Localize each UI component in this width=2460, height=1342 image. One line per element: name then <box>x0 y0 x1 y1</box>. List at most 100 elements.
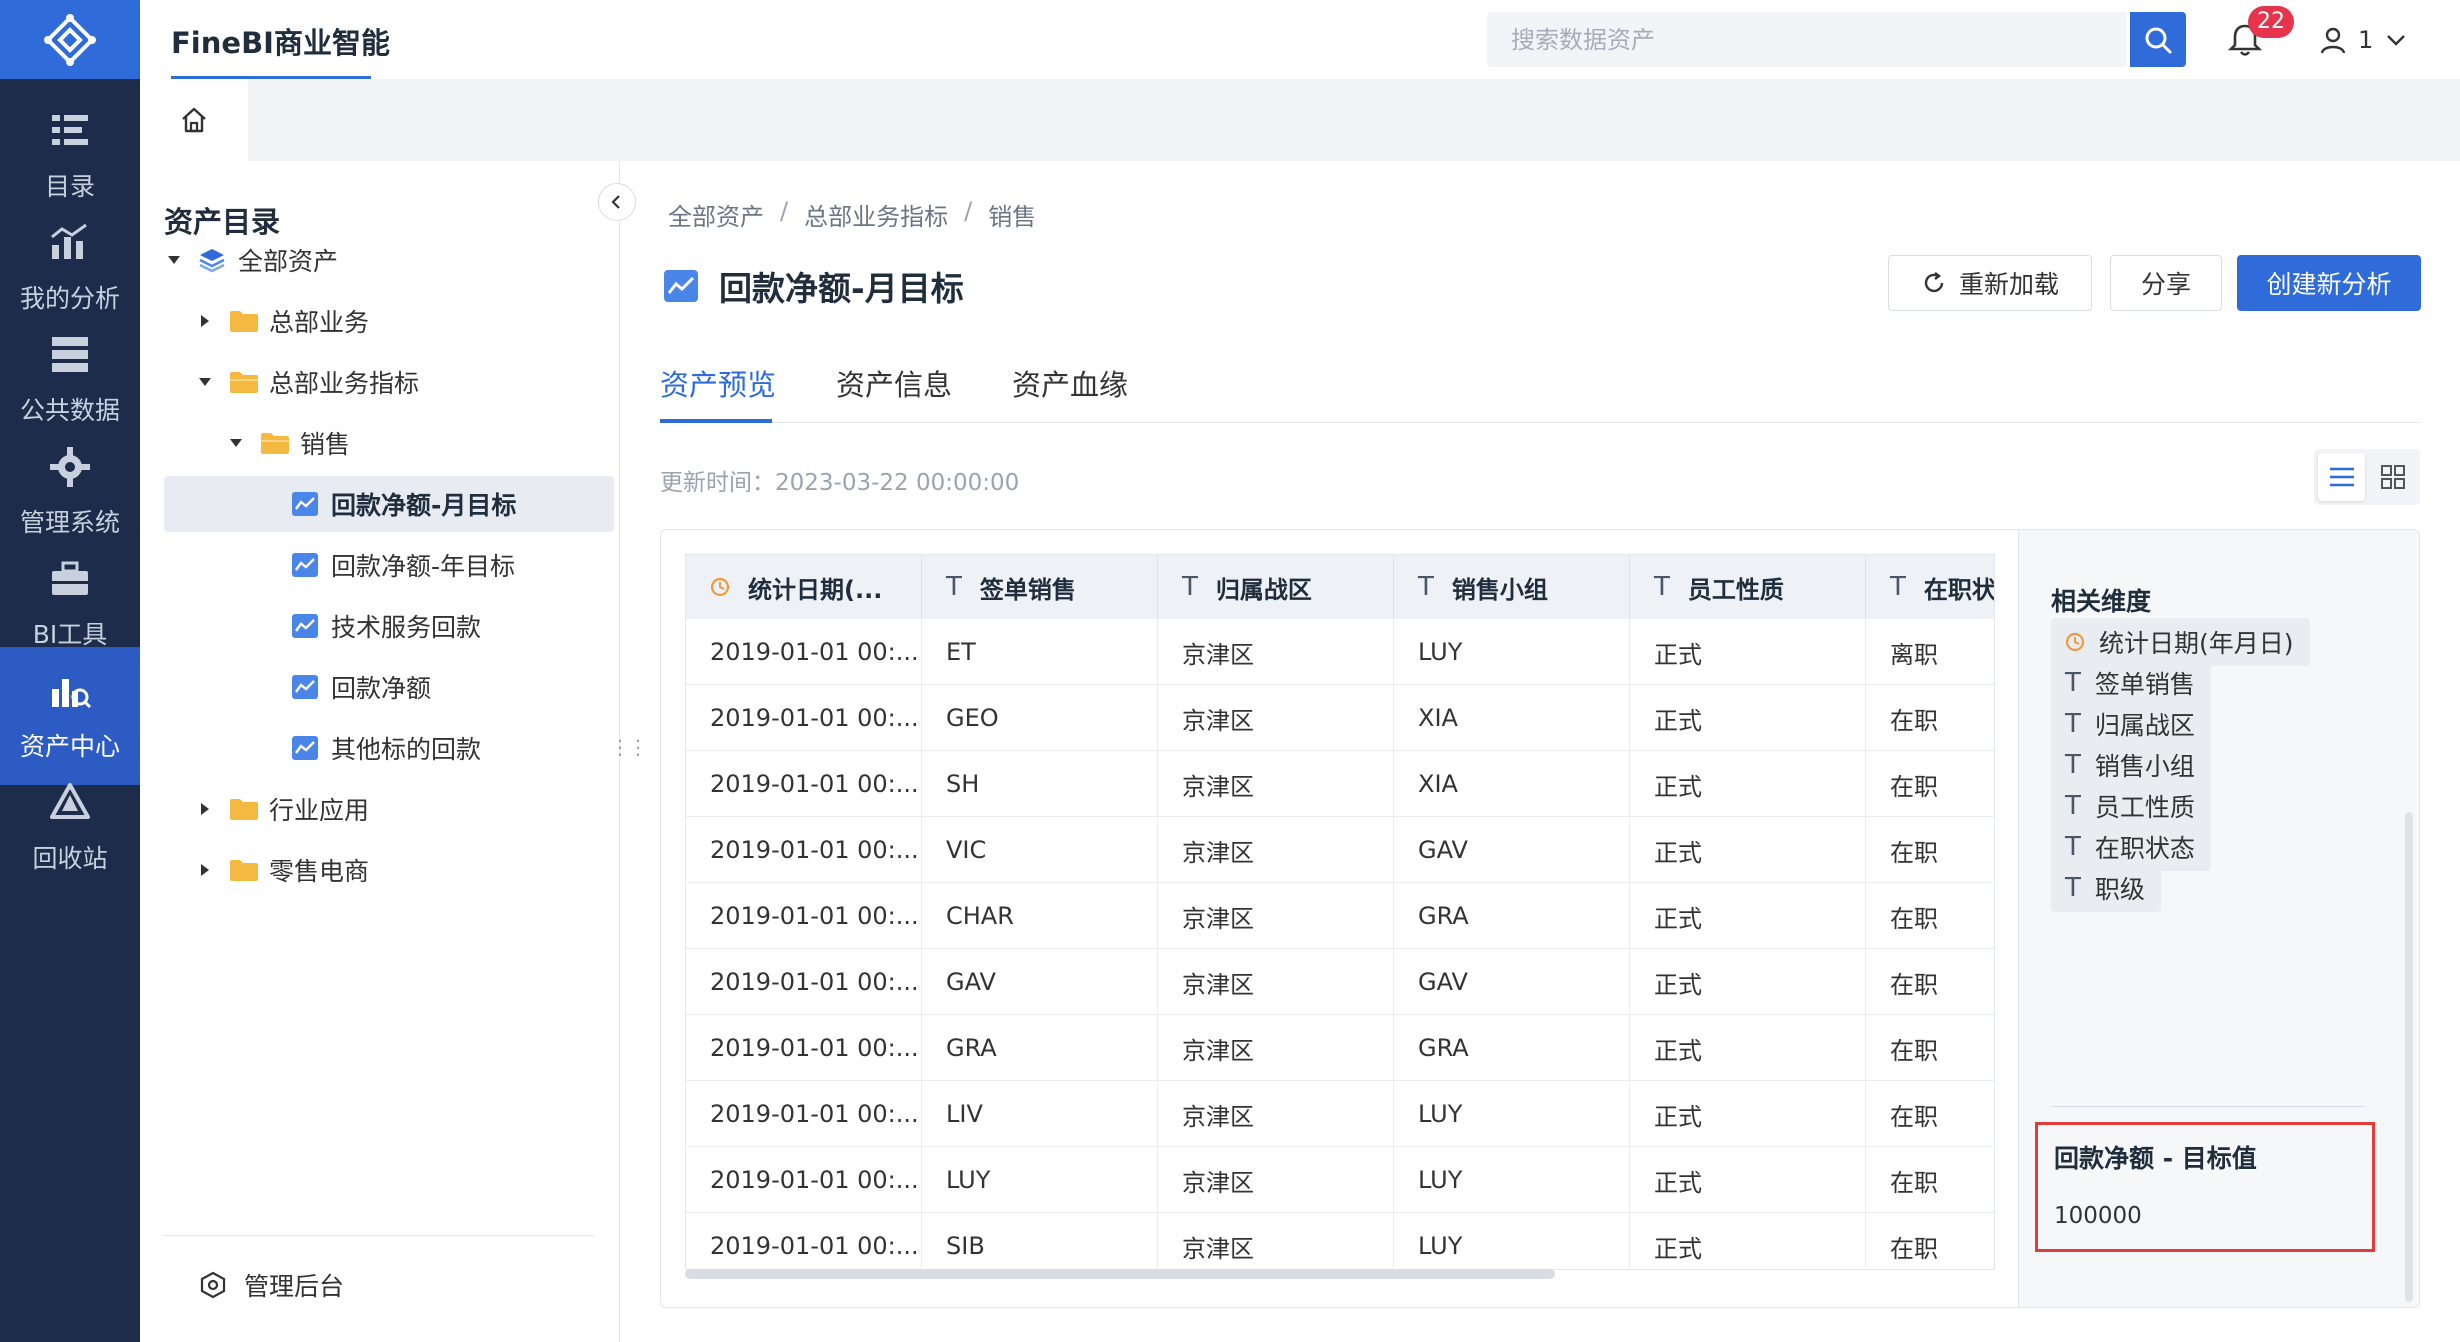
nav-item-6[interactable]: 回收站 <box>0 759 140 897</box>
list-view-button[interactable] <box>2318 453 2365 501</box>
text-type-icon: T <box>1182 572 1198 602</box>
grid-view-button[interactable] <box>2369 453 2416 501</box>
user-menu[interactable]: 1 <box>2318 20 2409 60</box>
preview-container: 统计日期(... T 签单销售 T 归属战区 T 销售小组 T 员工性质 T 在职状 2019-01… <box>660 529 2420 1308</box>
tab-asset-lineage[interactable]: 资产血缘 <box>1012 362 1128 404</box>
tree-item-label: 回款净额 <box>331 674 432 703</box>
caret-down-icon[interactable] <box>195 377 215 387</box>
tabs-divider <box>660 422 2420 423</box>
search-input[interactable] <box>1487 12 2067 67</box>
breadcrumb-item[interactable]: 销售 <box>988 197 1036 232</box>
table-cell: GEO <box>922 685 1158 751</box>
target-value-label: 回款净额 - 目标值 <box>2054 1144 2257 1173</box>
caret-right-icon[interactable] <box>195 314 215 328</box>
table-cell: 京津区 <box>1158 1147 1394 1213</box>
collapse-panel-button[interactable] <box>598 183 636 221</box>
folder-icon <box>230 860 258 881</box>
column-header[interactable]: 统计日期(... <box>686 555 922 619</box>
table-cell: 正式 <box>1630 883 1866 949</box>
nav-item-label: 管理系统 <box>19 508 120 537</box>
tree-item[interactable]: 行业应用 <box>164 781 614 837</box>
table-cell: GRA <box>1394 1015 1630 1081</box>
table-cell: 2019-01-01 00:... <box>686 751 922 817</box>
tree-item[interactable]: 总部业务 <box>164 293 614 349</box>
notification-badge: 22 <box>2248 6 2294 38</box>
breadcrumb-item[interactable]: 全部资产 <box>668 197 764 232</box>
tree-item[interactable]: 回款净额-月目标 <box>164 476 614 532</box>
table-cell: LIV <box>922 1081 1158 1147</box>
admin-link[interactable]: 管理后台 <box>198 1267 344 1303</box>
left-nav: 目录 我的分析 公共数据 管理系统 BI工具 资产中心 回收站 <box>0 0 140 1342</box>
tab-asset-info[interactable]: 资产信息 <box>836 362 952 404</box>
chart-asset-icon <box>292 675 318 699</box>
table-row[interactable]: 2019-01-01 00:... SIB 京津区 LUY 正式 在职 <box>686 1213 1994 1269</box>
tree-item[interactable]: 技术服务回款 <box>164 598 614 654</box>
toolbox-icon <box>52 561 88 595</box>
tree-item[interactable]: 全部资产 <box>164 232 614 288</box>
data-table[interactable]: 统计日期(... T 签单销售 T 归属战区 T 销售小组 T 员工性质 T 在职状 2019-01… <box>685 554 1995 1270</box>
table-row[interactable]: 2019-01-01 00:... SH 京津区 XIA 正式 在职 <box>686 751 1994 817</box>
nav-item-label: 回收站 <box>32 844 108 873</box>
breadcrumb-separator: / <box>964 197 973 225</box>
table-row[interactable]: 2019-01-01 00:... LIV 京津区 LUY 正式 在职 <box>686 1081 1994 1147</box>
column-header[interactable]: T 归属战区 <box>1158 555 1394 619</box>
side-scrollbar[interactable] <box>2405 812 2413 1302</box>
column-header-label: 在职状 <box>1923 575 1995 604</box>
caret-down-icon[interactable] <box>164 255 184 265</box>
table-row[interactable]: 2019-01-01 00:... LUY 京津区 LUY 正式 在职 <box>686 1147 1994 1213</box>
table-cell: 在职 <box>1866 949 1994 1015</box>
text-type-icon: T <box>2065 873 2081 903</box>
tree-item[interactable]: 销售 <box>164 415 614 471</box>
divider <box>164 1235 594 1236</box>
table-cell: 在职 <box>1866 1015 1994 1081</box>
column-header[interactable]: T 在职状 <box>1866 555 1995 619</box>
folder-icon <box>230 799 258 820</box>
table-row[interactable]: 2019-01-01 00:... GEO 京津区 XIA 正式 在职 <box>686 685 1994 751</box>
text-type-icon: T <box>2065 832 2081 862</box>
table-cell: GAV <box>1394 817 1630 883</box>
column-header[interactable]: T 销售小组 <box>1394 555 1630 619</box>
tree-item-label: 其他标的回款 <box>331 735 482 764</box>
clock-icon <box>710 577 730 597</box>
tree-item[interactable]: 回款净额-年目标 <box>164 537 614 593</box>
tree-item-label: 销售 <box>300 430 351 459</box>
table-cell: 正式 <box>1630 751 1866 817</box>
resize-handle[interactable]: ⋮⋮ <box>610 735 648 759</box>
table-cell: XIA <box>1394 685 1630 751</box>
table-row[interactable]: 2019-01-01 00:... GRA 京津区 GRA 正式 在职 <box>686 1015 1994 1081</box>
tree-item[interactable]: 零售电商 <box>164 842 614 898</box>
home-tab[interactable] <box>140 79 248 161</box>
caret-right-icon[interactable] <box>195 802 215 816</box>
column-header[interactable]: T 签单销售 <box>922 555 1158 619</box>
user-icon <box>2320 27 2346 54</box>
caret-right-icon[interactable] <box>195 863 215 877</box>
chart-asset-icon <box>292 736 318 760</box>
chevron-left-icon <box>611 195 620 209</box>
reload-button[interactable]: 重新加载 <box>1888 255 2092 311</box>
text-type-icon: T <box>2065 750 2081 780</box>
table-row[interactable]: 2019-01-01 00:... ET 京津区 LUY 正式 离职 <box>686 619 1994 685</box>
logo[interactable] <box>0 0 140 79</box>
share-button[interactable]: 分享 <box>2110 255 2222 311</box>
horizontal-scrollbar[interactable] <box>685 1269 1555 1279</box>
table-row[interactable]: 2019-01-01 00:... VIC 京津区 GAV 正式 在职 <box>686 817 1994 883</box>
dimension-label: 销售小组 <box>2094 752 2195 781</box>
tree-item[interactable]: 回款净额 <box>164 659 614 715</box>
tab-asset-preview[interactable]: 资产预览 <box>660 362 776 404</box>
search-button[interactable] <box>2130 12 2186 67</box>
analysis-icon <box>51 223 87 259</box>
table-row[interactable]: 2019-01-01 00:... GAV 京津区 GAV 正式 在职 <box>686 949 1994 1015</box>
caret-down-icon[interactable] <box>226 438 246 448</box>
layers-icon <box>199 249 225 273</box>
table-row[interactable]: 2019-01-01 00:... CHAR 京津区 GRA 正式 在职 <box>686 883 1994 949</box>
table-cell: 2019-01-01 00:... <box>686 817 922 883</box>
asset-header: 回款净额-月目标 <box>663 262 964 310</box>
tree-item[interactable]: 其他标的回款 <box>164 720 614 776</box>
create-analysis-button[interactable]: 创建新分析 <box>2237 255 2421 311</box>
table-header: 统计日期(... T 签单销售 T 归属战区 T 销售小组 T 员工性质 T 在职状 <box>686 555 1995 619</box>
column-header[interactable]: T 员工性质 <box>1630 555 1866 619</box>
tree-item[interactable]: 总部业务指标 <box>164 354 614 410</box>
divider <box>2051 1106 2365 1107</box>
dimension-chip[interactable]: T 职级 <box>2051 864 2161 912</box>
breadcrumb-item[interactable]: 总部业务指标 <box>804 197 948 232</box>
